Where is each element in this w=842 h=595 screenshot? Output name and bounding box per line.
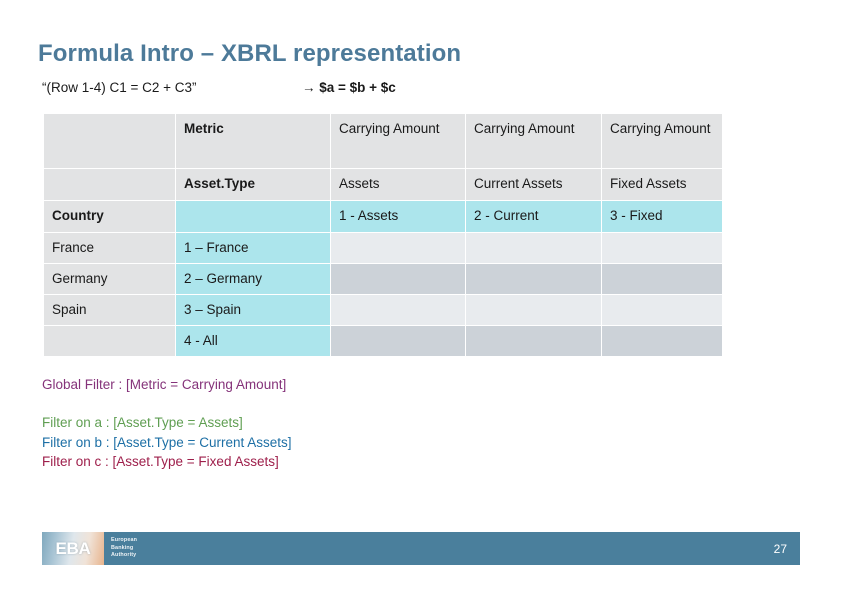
cell-value-c2 xyxy=(466,264,601,294)
subtitle-source-expression: “(Row 1-4) C1 = C2 + C3” xyxy=(42,80,197,95)
table-row-metric: Metric Carrying Amount Carrying Amount C… xyxy=(44,114,722,168)
page-title: Formula Intro – XBRL representation xyxy=(38,40,462,67)
filter-on-a-text: Filter on a : [Asset.Type = Assets] xyxy=(42,414,243,430)
cell-country-name: Spain xyxy=(44,295,175,325)
cell-assettype-c3: Fixed Assets xyxy=(602,169,722,200)
table-row: 4 - All xyxy=(44,326,722,356)
cell-country-c1: 1 - Assets xyxy=(331,201,465,232)
xbrl-representation-table: Metric Carrying Amount Carrying Amount C… xyxy=(43,113,723,357)
cell-value-c1 xyxy=(331,295,465,325)
cell-assettype-c2: Current Assets xyxy=(466,169,601,200)
cell-value-c1 xyxy=(331,264,465,294)
cell-metric-c3: Carrying Amount xyxy=(602,114,722,168)
cell-value-c2 xyxy=(466,295,601,325)
cell-corner-assettype xyxy=(44,169,175,200)
page-number: 27 xyxy=(773,541,787,556)
cell-country-code: 4 - All xyxy=(176,326,330,356)
subtitle-row: “(Row 1-4) C1 = C2 + C3” → $a = $b + $c xyxy=(42,80,396,95)
cell-country-label: Country xyxy=(44,201,175,232)
cell-value-c1 xyxy=(331,326,465,356)
table-row: Germany 2 – Germany xyxy=(44,264,722,294)
footer-bar: EBA European Banking Authority 27 xyxy=(42,532,800,565)
cell-assettype-c1: Assets xyxy=(331,169,465,200)
cell-country-code: 2 – Germany xyxy=(176,264,330,294)
cell-country-code: 3 – Spain xyxy=(176,295,330,325)
eba-logo-icon: EBA xyxy=(42,532,104,565)
cell-value-c3 xyxy=(602,326,722,356)
cell-value-c3 xyxy=(602,295,722,325)
table-row: Spain 3 – Spain xyxy=(44,295,722,325)
cell-value-c3 xyxy=(602,233,722,263)
cell-metric-label: Metric xyxy=(176,114,330,168)
cell-country-c2: 2 - Current xyxy=(466,201,601,232)
table-row-country-header: Country 1 - Assets 2 - Current 3 - Fixed xyxy=(44,201,722,232)
cell-country-name xyxy=(44,326,175,356)
cell-country-name: France xyxy=(44,233,175,263)
cell-country-name: Germany xyxy=(44,264,175,294)
cell-assettype-label: Asset.Type xyxy=(176,169,330,200)
cell-corner-metric xyxy=(44,114,175,168)
table-row-assettype: Asset.Type Assets Current Assets Fixed A… xyxy=(44,169,722,200)
eba-subtitle-line-1: European xyxy=(111,536,138,543)
cell-value-c2 xyxy=(466,326,601,356)
cell-value-c3 xyxy=(602,264,722,294)
eba-subtitle-line-3: Authority xyxy=(111,552,137,559)
subtitle-target-expression: → $a = $b + $c xyxy=(302,80,396,95)
eba-subtitle-line-2: Banking xyxy=(111,544,134,551)
global-filter-text: Global Filter : [Metric = Carrying Amoun… xyxy=(42,377,287,392)
table-row: France 1 – France xyxy=(44,233,722,263)
slide-canvas: Formula Intro – XBRL representation “(Ro… xyxy=(0,0,842,595)
eba-logo-text: EBA xyxy=(55,538,91,558)
cell-country-c3: 3 - Fixed xyxy=(602,201,722,232)
cell-metric-c2: Carrying Amount xyxy=(466,114,601,168)
cell-metric-c1: Carrying Amount xyxy=(331,114,465,168)
cell-value-c1 xyxy=(331,233,465,263)
cell-country-blank xyxy=(176,201,330,232)
cell-value-c2 xyxy=(466,233,601,263)
filter-on-c-text: Filter on c : [Asset.Type = Fixed Assets… xyxy=(42,454,279,470)
cell-country-code: 1 – France xyxy=(176,233,330,263)
eba-logo-subtitle: European Banking Authority xyxy=(111,537,137,560)
filter-annotations: Global Filter : [Metric = Carrying Amoun… xyxy=(42,378,291,469)
filter-on-b-text: Filter on b : [Asset.Type = Current Asse… xyxy=(42,434,292,450)
